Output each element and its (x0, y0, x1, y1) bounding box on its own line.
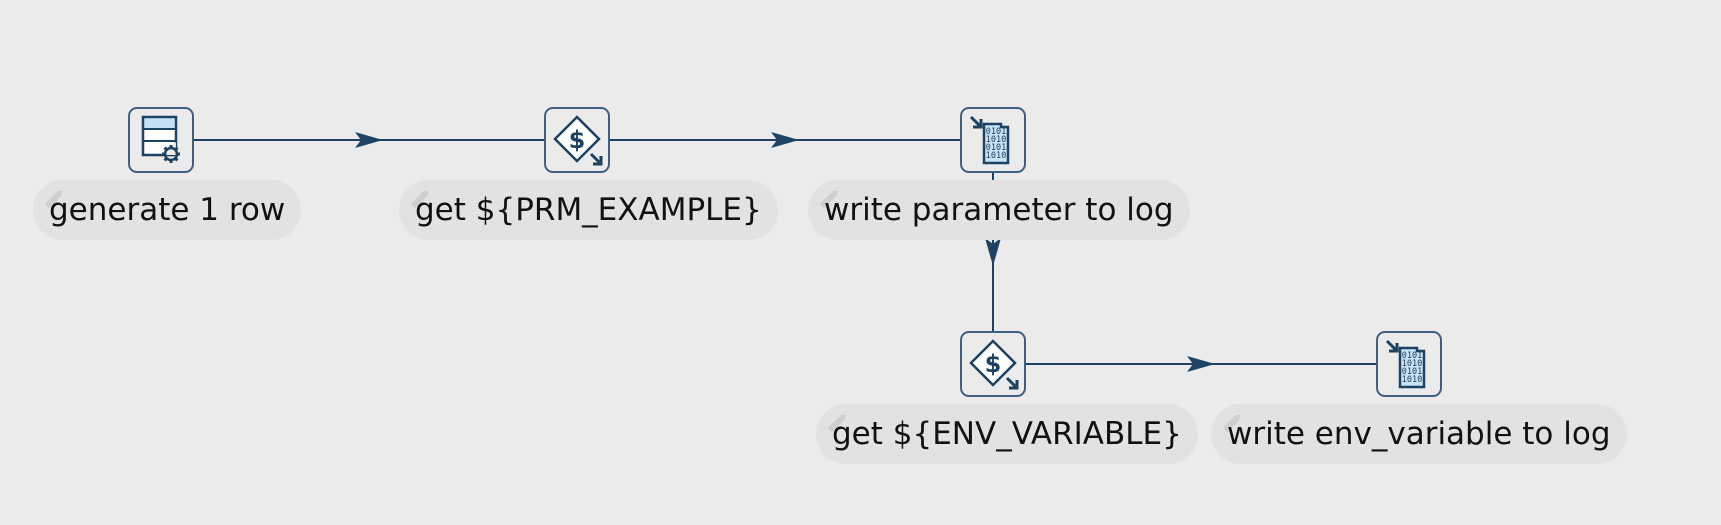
step-label[interactable]: get ${ENV_VARIABLE} (816, 404, 1198, 464)
step-label-text: get ${ENV_VARIABLE} (832, 416, 1182, 452)
hop-n4-n5[interactable] (1026, 356, 1376, 372)
step-label-text: write parameter to log (824, 192, 1174, 228)
step-get-prm-example[interactable]: $ (544, 107, 610, 173)
step-label-text: get ${PRM_EXAMPLE} (415, 192, 762, 228)
step-label-text: generate 1 row (49, 192, 286, 228)
write-to-log-icon: 0101 1010 0101 1010 (1385, 339, 1426, 389)
step-label[interactable]: write parameter to log (808, 180, 1190, 240)
svg-text:$: $ (569, 126, 586, 154)
step-generate-row[interactable] (128, 107, 194, 173)
svg-text:0101101001011010: 0101 1010 0101 1010 (986, 127, 1006, 161)
step-label[interactable]: write env_variable to log (1211, 404, 1627, 464)
svg-text:0101101001011010: 0101 1010 0101 1010 (1402, 351, 1422, 385)
hop-n2-n3[interactable] (610, 132, 960, 148)
write-to-log-icon: 0101 1010 0101 1010 (969, 115, 1010, 165)
get-variable-icon: $ (969, 339, 1019, 390)
step-write-parameter-log[interactable]: 0101 1010 0101 1010 (960, 107, 1026, 173)
step-label[interactable]: get ${PRM_EXAMPLE} (399, 180, 778, 240)
step-label[interactable]: generate 1 row (33, 180, 302, 240)
row-generator-icon (141, 115, 180, 163)
step-label-text: write env_variable to log (1227, 416, 1611, 452)
svg-text:$: $ (985, 350, 1002, 378)
step-get-env-variable[interactable]: $ (960, 331, 1026, 397)
step-write-env-variable-log[interactable]: 0101 1010 0101 1010 (1376, 331, 1442, 397)
hop-n1-n2[interactable] (194, 132, 544, 148)
get-variable-icon: $ (553, 115, 603, 166)
